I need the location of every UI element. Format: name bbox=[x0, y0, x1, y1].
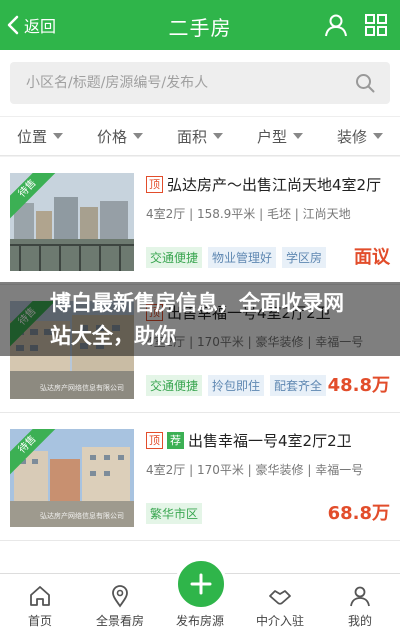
search-section bbox=[0, 50, 400, 116]
search-input[interactable] bbox=[26, 75, 346, 91]
listing-photo: 待售 弘达房产网络信息有限公司 bbox=[10, 429, 134, 527]
tab-profile[interactable]: 我的 bbox=[320, 574, 400, 635]
feature-tag: 学区房 bbox=[282, 247, 327, 268]
caret-down-icon bbox=[293, 133, 303, 139]
tab-agency[interactable]: 中介入驻 bbox=[240, 574, 320, 635]
promo-overlay: 博白最新售房信息，全面收录网站大全，助你 bbox=[0, 282, 400, 356]
grid-icon[interactable] bbox=[363, 12, 389, 38]
top-tag: 顶 bbox=[146, 431, 163, 449]
search-icon[interactable] bbox=[354, 72, 376, 94]
feature-tag: 交通便捷 bbox=[146, 375, 203, 396]
search-box[interactable] bbox=[10, 62, 390, 104]
caret-down-icon bbox=[373, 133, 383, 139]
listing-price: 48.8万 bbox=[327, 375, 390, 396]
feature-tag: 繁华市区 bbox=[146, 503, 203, 524]
feature-tag: 拎包即住 bbox=[208, 375, 265, 396]
listing-photo: 待售 bbox=[10, 173, 134, 271]
top-tag: 顶 bbox=[146, 175, 163, 193]
recommend-tag: 荐 bbox=[167, 431, 184, 449]
listing-price: 68.8万 bbox=[327, 503, 390, 524]
listing-price: 面议 bbox=[354, 247, 390, 268]
caret-down-icon bbox=[213, 133, 223, 139]
listing-title: 出售幸福一号4室2厅2卫 bbox=[188, 431, 352, 450]
tab-home[interactable]: 首页 bbox=[0, 574, 80, 635]
caret-down-icon bbox=[133, 133, 143, 139]
plus-icon bbox=[190, 573, 212, 595]
listing-title: 弘达房产～出售江尚天地4室2厅 bbox=[167, 175, 382, 194]
listing-card[interactable]: 待售 弘达房产网络信息有限公司 顶 荐 出售幸福一号4室2厅2卫 4室2厅 | … bbox=[0, 413, 400, 541]
location-pin-icon bbox=[112, 585, 128, 608]
filter-layout[interactable]: 户型 bbox=[240, 117, 320, 155]
filter-price[interactable]: 价格 bbox=[80, 117, 160, 155]
feature-tag: 物业管理好 bbox=[208, 247, 277, 268]
filter-location[interactable]: 位置 bbox=[0, 117, 80, 155]
top-bar: 返回 二手房 bbox=[0, 0, 400, 50]
listing-specs: 4室2厅 | 158.9平米 | 毛坯 | 江尚天地 bbox=[146, 207, 351, 221]
watermark: 弘达房产网络信息有限公司 bbox=[40, 512, 124, 520]
listing-card[interactable]: 待售 顶 弘达房产～出售江尚天地4室2厅 4室2厅 | 158.9平米 | 毛坯… bbox=[0, 157, 400, 285]
filter-area[interactable]: 面积 bbox=[160, 117, 240, 155]
listing-specs: 4室2厅 | 170平米 | 豪华装修 | 幸福一号 bbox=[146, 463, 364, 477]
caret-down-icon bbox=[53, 133, 63, 139]
filter-decoration[interactable]: 装修 bbox=[320, 117, 400, 155]
filter-bar: 位置 价格 面积 户型 装修 bbox=[0, 116, 400, 156]
watermark: 弘达房产网络信息有限公司 bbox=[40, 384, 124, 392]
home-icon bbox=[30, 586, 50, 606]
user-icon bbox=[350, 586, 370, 607]
user-icon[interactable] bbox=[323, 12, 349, 38]
tab-panorama[interactable]: 全景看房 bbox=[80, 574, 160, 635]
publish-button[interactable] bbox=[175, 558, 227, 610]
feature-tag: 配套齐全 bbox=[270, 375, 327, 396]
handshake-icon bbox=[269, 590, 291, 605]
feature-tag: 交通便捷 bbox=[146, 247, 203, 268]
